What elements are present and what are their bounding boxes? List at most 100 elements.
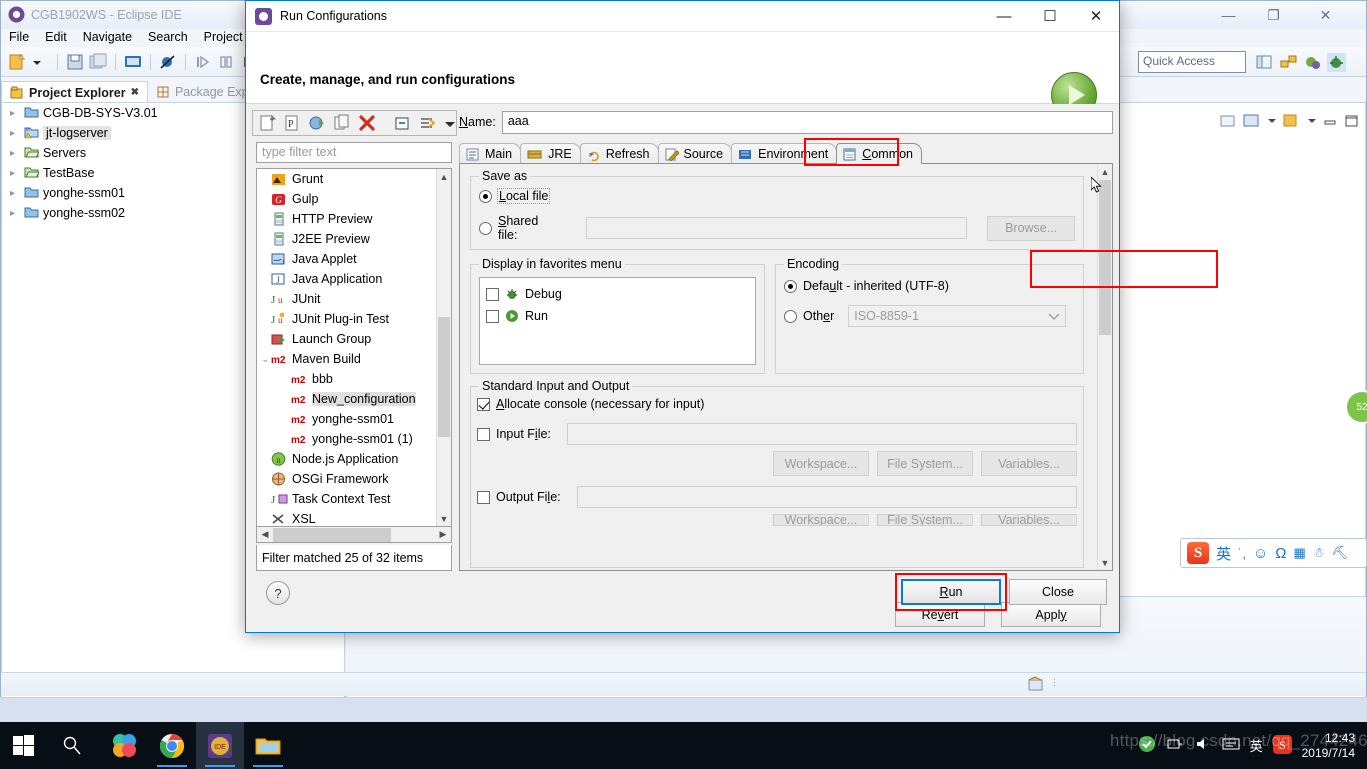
twisty-icon[interactable]: ▸	[10, 188, 20, 199]
shared-file-radio[interactable]	[479, 221, 492, 235]
emoji-icon[interactable]: ☺	[1253, 545, 1268, 562]
task-view-button[interactable]	[100, 722, 148, 769]
configuration-tree-item[interactable]: m2 bbb	[257, 369, 451, 389]
twisty-icon[interactable]: ⌄	[261, 354, 271, 365]
save-icon[interactable]	[65, 52, 85, 72]
scroll-left-arrow-icon[interactable]: ◀	[257, 528, 273, 542]
local-file-radio[interactable]	[479, 189, 492, 203]
configuration-tree-item[interactable]: Grunt	[257, 169, 451, 189]
output-file-system-button[interactable]: File System...	[877, 514, 973, 526]
configurations-tree[interactable]: Grunt G Gulp HTTP Preview J2EE Preview J Java …	[256, 168, 452, 527]
output-file-checkbox[interactable]	[477, 490, 490, 504]
debug-checkbox[interactable]	[486, 287, 499, 301]
configuration-tree-item[interactable]: m2 yonghe-ssm01	[257, 409, 451, 429]
favorite-item-run[interactable]: Run	[486, 305, 755, 327]
new-view-icon[interactable]	[1220, 113, 1237, 132]
scroll-down-arrow-icon[interactable]: ▼	[437, 511, 451, 526]
chrome-button[interactable]	[148, 722, 196, 769]
console-icon[interactable]	[123, 52, 143, 72]
allocate-console-checkbox[interactable]	[477, 397, 490, 411]
maximize-view-icon[interactable]	[1344, 113, 1359, 132]
menu-search[interactable]: Search	[148, 30, 188, 44]
keyboard-icon[interactable]: ▦	[1294, 545, 1306, 561]
favorites-list[interactable]: Debug Run	[479, 277, 756, 365]
input-workspace-button[interactable]: Workspace...	[773, 451, 869, 476]
configuration-tree-item[interactable]: HTTP Preview	[257, 209, 451, 229]
java-perspective-icon[interactable]	[1303, 53, 1322, 72]
duplicate-icon[interactable]	[332, 113, 353, 134]
save-all-icon[interactable]	[88, 52, 108, 72]
tree-vertical-scrollbar[interactable]: ▲ ▼	[436, 169, 451, 526]
new-wizard-dropdown-icon[interactable]	[30, 52, 50, 72]
run-button[interactable]: Run	[901, 579, 1001, 605]
skip-breakpoints-icon[interactable]	[158, 52, 178, 72]
dialog-maximize-button[interactable]: ☐	[1027, 1, 1073, 32]
filter-icon[interactable]	[417, 113, 438, 134]
close-button[interactable]: Close	[1009, 579, 1107, 605]
configuration-tree-item[interactable]: OSGi Framework	[257, 469, 451, 489]
configuration-tree-item[interactable]: J Java Application	[257, 269, 451, 289]
eclipse-button[interactable]: IDE	[196, 722, 244, 769]
view-menu-icon[interactable]	[442, 113, 458, 134]
tab-jre[interactable]: JRE	[520, 143, 581, 164]
browse-button[interactable]: Browse...	[987, 215, 1075, 241]
twisty-icon[interactable]: ▸	[10, 168, 20, 179]
new-prototype-icon[interactable]: P	[282, 113, 303, 134]
dialog-minimize-button[interactable]: —	[981, 1, 1027, 32]
output-workspace-button[interactable]: Workspace...	[773, 514, 869, 526]
collapse-all-icon[interactable]	[392, 113, 413, 134]
help-button[interactable]: ?	[266, 581, 290, 605]
input-file-checkbox[interactable]	[477, 427, 490, 441]
filter-input[interactable]: type filter text	[256, 142, 452, 163]
resume-icon[interactable]	[193, 52, 213, 72]
menu-project[interactable]: Project	[204, 30, 243, 44]
configuration-tree-item[interactable]: m2 yonghe-ssm01 (1)	[257, 429, 451, 449]
toolbox-icon[interactable]: ⛏	[1331, 545, 1348, 561]
eclipse-close-button[interactable]: ✕	[1303, 1, 1348, 29]
scroll-up-arrow-icon[interactable]: ▲	[437, 169, 451, 184]
scrollbar-thumb[interactable]	[438, 317, 450, 437]
eclipse-minimize-button[interactable]: —	[1206, 1, 1251, 29]
configuration-tree-item[interactable]: Ju JUnit	[257, 289, 451, 309]
twisty-icon[interactable]: ▸	[10, 208, 20, 219]
input-file-input[interactable]	[566, 423, 1077, 445]
new-configuration-icon[interactable]	[257, 113, 278, 134]
java-ee-perspective-icon[interactable]	[1279, 53, 1298, 72]
content-vertical-scrollbar[interactable]: ▲ ▼	[1097, 164, 1112, 570]
configuration-tree-item[interactable]: Launch Group	[257, 329, 451, 349]
configuration-tree-item[interactable]: XSL	[257, 509, 451, 526]
configuration-tree-item[interactable]: G Gulp	[257, 189, 451, 209]
start-button[interactable]	[0, 722, 48, 769]
quick-access-input[interactable]: Quick Access	[1138, 51, 1246, 73]
encoding-default-radio[interactable]	[784, 279, 797, 293]
tree-horizontal-scrollbar[interactable]: ◀ ▶	[256, 527, 452, 543]
encoding-other-radio[interactable]	[784, 309, 797, 323]
tab-source[interactable]: Source	[657, 143, 733, 164]
configuration-tree-item[interactable]: Ju JUnit Plug-in Test	[257, 309, 451, 329]
shared-file-input[interactable]	[586, 217, 968, 239]
minimize-view-icon[interactable]	[1323, 113, 1338, 132]
output-file-input[interactable]	[576, 486, 1077, 508]
twisty-icon[interactable]: ▸	[10, 128, 20, 139]
export-icon[interactable]	[307, 113, 328, 134]
input-file-system-button[interactable]: File System...	[877, 451, 973, 476]
delete-icon[interactable]	[357, 113, 378, 134]
symbol-icon[interactable]: Ω	[1275, 545, 1286, 562]
search-button[interactable]	[48, 722, 96, 769]
scrollbar-thumb[interactable]	[1099, 180, 1111, 335]
tab-refresh[interactable]: Refresh	[579, 143, 659, 164]
chevron-down-icon[interactable]	[1306, 113, 1317, 132]
name-input[interactable]: aaa	[501, 110, 1113, 134]
sogou-logo-icon[interactable]: S	[1187, 542, 1209, 564]
tab-common[interactable]: Common	[836, 143, 923, 164]
run-checkbox[interactable]	[486, 309, 499, 323]
ime-language-label[interactable]: 英	[1216, 543, 1231, 564]
scrollbar-thumb[interactable]	[273, 527, 391, 542]
writable-mode-icon[interactable]	[1026, 675, 1046, 697]
tab-environment[interactable]: Environment	[731, 143, 838, 164]
dialog-close-button[interactable]: ✕	[1073, 1, 1119, 32]
console-view-icon[interactable]	[1243, 113, 1260, 132]
menu-edit[interactable]: Edit	[45, 30, 67, 44]
configuration-tree-item[interactable]: J2EE Preview	[257, 229, 451, 249]
new-wizard-icon[interactable]	[7, 52, 27, 72]
